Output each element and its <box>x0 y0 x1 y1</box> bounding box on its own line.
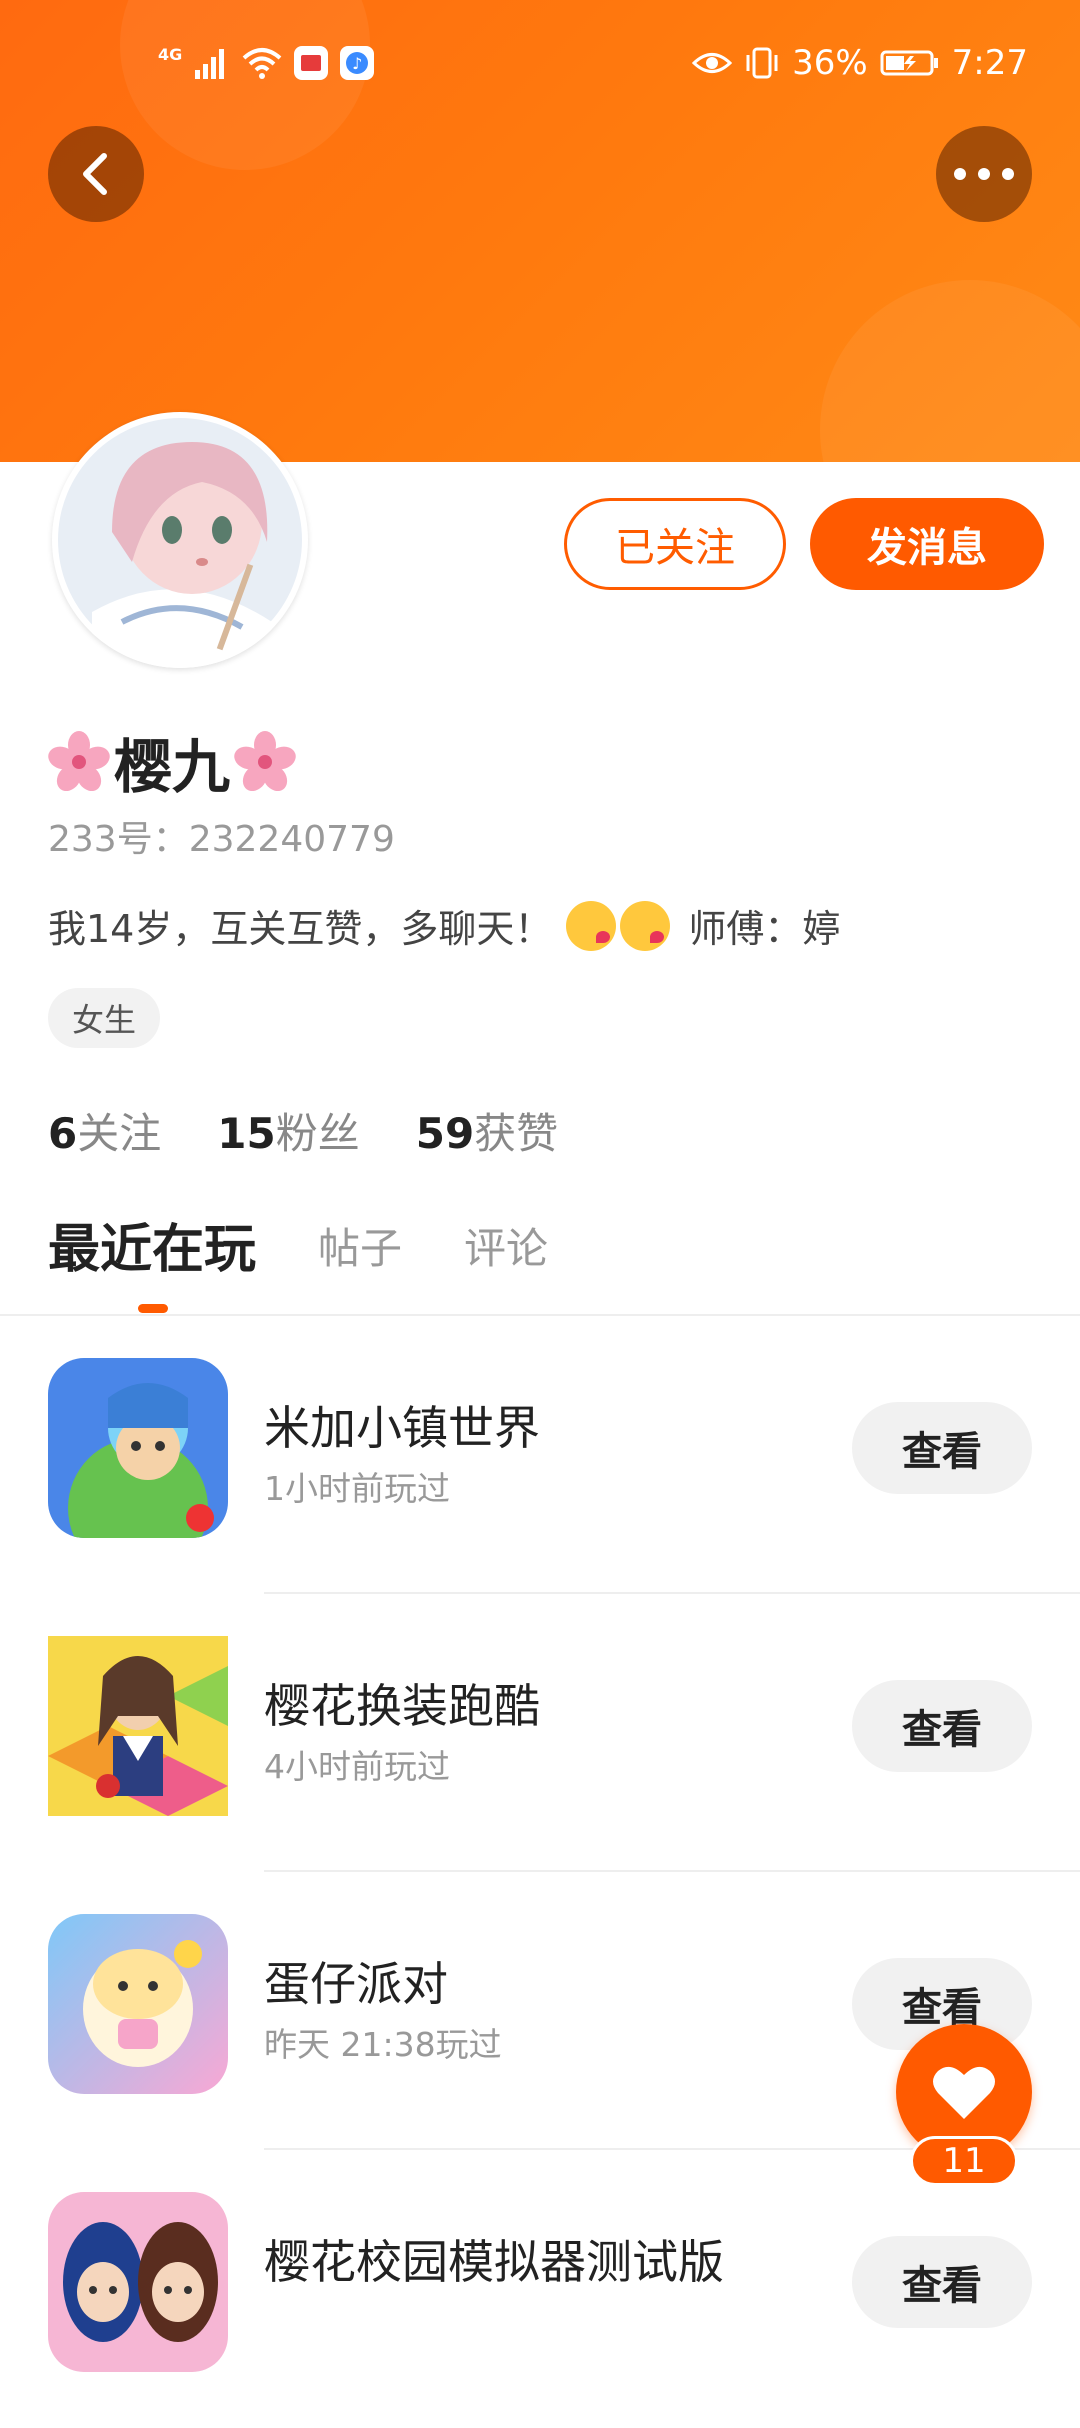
profile-bio: 我14岁，互关互赞，多聊天！ 师傅：婷 <box>48 898 840 953</box>
following-count: 6 <box>48 1109 78 1158</box>
kiss-emoji-icon <box>620 900 671 951</box>
game-title: 樱花校园模拟器测试版 <box>264 2235 724 2289</box>
following-label: 关注 <box>77 1109 162 1158</box>
fans-stat[interactable]: 15粉丝 <box>217 1100 359 1161</box>
list-item[interactable]: 米加小镇世界 1小时前玩过 查看 <box>0 1316 1080 1594</box>
more-button[interactable] <box>936 126 1032 222</box>
active-tab-indicator <box>138 1304 168 1313</box>
send-message-button[interactable]: 发消息 <box>810 498 1044 590</box>
gender-tag: 女生 <box>48 988 161 1048</box>
followed-button[interactable]: 已关注 <box>564 498 786 590</box>
network-label: 4G <box>158 44 183 64</box>
profile-tabs: 最近在玩 帖子 评论 <box>48 1212 548 1282</box>
cherry-blossom-icon <box>234 731 296 793</box>
profile-name: 樱九 <box>48 720 296 804</box>
eye-comfort-icon <box>692 53 733 73</box>
game-icon <box>48 1358 228 1538</box>
kiss-emoji-icon <box>566 900 617 951</box>
game-icon <box>48 1914 228 2094</box>
tab-comments[interactable]: 评论 <box>464 1215 548 1282</box>
user-id-value: 232240779 <box>188 819 395 860</box>
game-last-played: 4小时前玩过 <box>264 1747 450 1786</box>
game-title: 米加小镇世界 <box>264 1401 540 1455</box>
chevron-left-icon <box>83 153 107 195</box>
tab-posts[interactable]: 帖子 <box>318 1215 402 1282</box>
bio-text: 我14岁，互关互赞，多聊天！ <box>48 907 553 951</box>
clock-time: 7:27 <box>951 43 1028 83</box>
avatar-image <box>58 418 302 668</box>
book-app-icon <box>294 46 329 80</box>
likes-count: 59 <box>415 1109 475 1158</box>
list-item[interactable]: 樱花校园模拟器测试版 查看 <box>0 2150 1080 2428</box>
game-last-played: 1小时前玩过 <box>264 1469 450 1508</box>
header-decoration <box>820 280 1080 462</box>
signal-icon <box>195 49 225 79</box>
view-button[interactable]: 查看 <box>852 2236 1032 2328</box>
view-button[interactable]: 查看 <box>852 1402 1032 1494</box>
game-icon <box>48 2192 228 2372</box>
game-icon <box>48 1636 228 1816</box>
following-stat[interactable]: 6关注 <box>48 1100 161 1161</box>
avatar[interactable] <box>52 412 308 668</box>
cherry-blossom-icon <box>48 731 110 793</box>
likes-stat[interactable]: 59获赞 <box>416 1100 558 1161</box>
profile-name-text: 樱九 <box>114 733 231 801</box>
view-button[interactable]: 查看 <box>852 1680 1032 1772</box>
like-count-badge: 11 <box>910 2136 1018 2186</box>
game-title: 蛋仔派对 <box>264 1957 448 2011</box>
user-id: 233号：232240779 <box>48 810 395 862</box>
game-last-played: 昨天 21:38玩过 <box>264 2025 502 2064</box>
tab-recently-played[interactable]: 最近在玩 <box>48 1207 256 1282</box>
likes-label: 获赞 <box>474 1109 559 1158</box>
heart-icon <box>933 2066 995 2119</box>
fans-label: 粉丝 <box>275 1109 360 1158</box>
profile-stats: 6关注 15粉丝 59获赞 <box>48 1100 558 1161</box>
battery-percent: 36% <box>792 43 868 83</box>
wifi-icon <box>242 48 282 79</box>
more-dots-icon <box>954 168 1014 180</box>
battery-icon <box>880 50 938 76</box>
game-title: 樱花换装跑酷 <box>264 1679 540 1733</box>
music-app-icon: ♪ <box>340 46 375 80</box>
fans-count: 15 <box>217 1109 276 1158</box>
vibrate-icon <box>746 47 778 79</box>
bio-mentor: 师傅：婷 <box>688 907 841 951</box>
list-item[interactable]: 樱花换装跑酷 4小时前玩过 查看 <box>0 1594 1080 1872</box>
back-button[interactable] <box>48 126 144 222</box>
user-id-label: 233号： <box>48 819 189 860</box>
status-bar: 4G ♪ 36% 7:27 <box>0 38 1080 88</box>
